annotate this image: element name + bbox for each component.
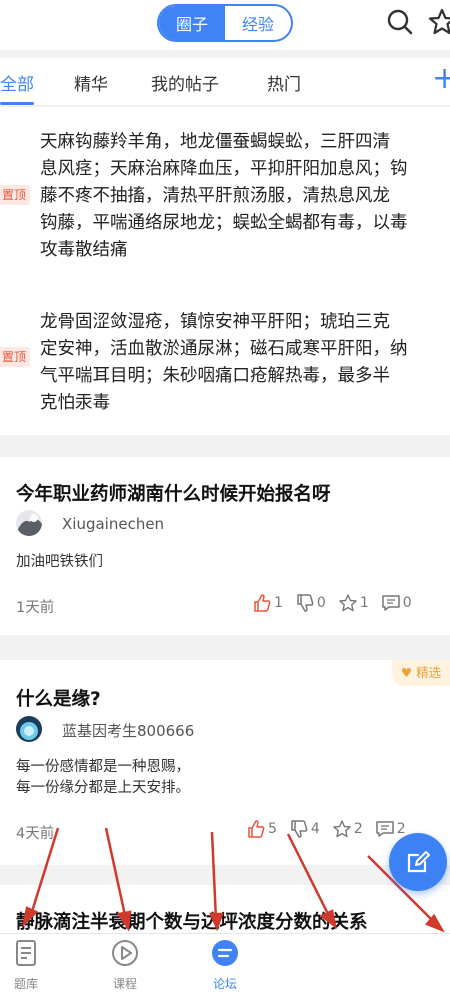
nav-forum[interactable]: 论坛 xyxy=(195,938,255,992)
avatar[interactable] xyxy=(16,716,42,742)
top-bar: 圈子 经验 xyxy=(0,0,450,50)
category-tabs: 全部 精华 我的帖子 热门 + xyxy=(0,58,450,106)
favorite-button[interactable]: 1 xyxy=(338,593,369,613)
edit-icon xyxy=(407,851,430,873)
thumbs-down-icon xyxy=(297,594,314,612)
pinned-post-2[interactable]: 龙骨固涩敛湿疮，镇惊安神平肝阳；琥珀三克 定安神，活血散淤通尿淋；磁石咸寒平肝阳… xyxy=(40,309,450,417)
play-circle-icon xyxy=(112,940,138,966)
post-actions: 1 0 1 0 xyxy=(240,593,412,613)
post-card[interactable]: 今年职业药师湖南什么时候开始报名呀 Xiugainechen 加油吧铁铁们 1天… xyxy=(0,457,450,635)
segment-experience[interactable]: 经验 xyxy=(225,6,291,40)
annotation-arrows xyxy=(22,827,445,933)
dislike-button[interactable]: 0 xyxy=(295,593,326,613)
nav-label: 课程 xyxy=(112,977,137,991)
thumbs-up-icon xyxy=(254,594,271,612)
tab-all[interactable]: 全部 xyxy=(0,70,34,95)
comment-icon xyxy=(382,595,400,611)
search-icon[interactable] xyxy=(386,8,414,36)
favorite-count: 1 xyxy=(359,595,369,611)
comment-button[interactable]: 0 xyxy=(381,593,412,613)
username[interactable]: Xiugainechen xyxy=(62,515,164,533)
pinned-badge: 置顶 xyxy=(0,347,30,367)
star-outline-icon xyxy=(339,594,357,612)
post-content: 加油吧铁铁们 xyxy=(16,554,103,570)
featured-label: 精选 xyxy=(416,665,442,680)
comment-count: 0 xyxy=(402,595,412,611)
pinned-post-1[interactable]: 天麻钩藤羚羊角，地龙僵蚕蝎蜈蚣，三肝四清 息风痉；天麻治麻降血压，平抑肝阳加息风… xyxy=(40,129,450,264)
pinned-section: 置顶 天麻钩藤羚羊角，地龙僵蚕蝎蜈蚣，三肝四清 息风痉；天麻治麻降血压，平抑肝阳… xyxy=(0,107,450,435)
document-list-icon xyxy=(16,940,36,966)
post-title[interactable]: 什么是缘? xyxy=(16,685,101,711)
post-content: 每一份感情都是一种恩赐， 每一份缘分都是上天安排。 xyxy=(16,759,190,796)
nav-label: 论坛 xyxy=(212,977,237,991)
featured-badge: ♥ 精选 xyxy=(392,660,450,686)
new-post-button[interactable] xyxy=(389,833,447,891)
diamond-icon: ♥ xyxy=(400,665,413,680)
nav-question-bank[interactable]: 题库 xyxy=(0,938,56,992)
avatar[interactable] xyxy=(16,510,42,536)
add-tab-icon[interactable]: + xyxy=(432,64,450,94)
active-tab-indicator xyxy=(0,102,34,105)
bottom-navigation: 题库 课程 论坛 xyxy=(0,933,450,1001)
post-time: 1天前 xyxy=(16,600,55,616)
post-title[interactable]: 今年职业药师湖南什么时候开始报名呀 xyxy=(16,480,331,506)
like-button[interactable]: 1 xyxy=(252,593,283,613)
tab-featured[interactable]: 精华 xyxy=(74,70,108,95)
username[interactable]: 蓝基因考生800666 xyxy=(62,720,194,741)
nav-courses[interactable]: 课程 xyxy=(95,938,155,992)
like-count: 1 xyxy=(274,595,283,611)
star-icon[interactable] xyxy=(428,8,450,36)
segment-control: 圈子 经验 xyxy=(157,4,293,42)
dislike-count: 0 xyxy=(316,595,326,611)
nav-label: 题库 xyxy=(13,977,38,991)
segment-circle[interactable]: 圈子 xyxy=(159,6,225,40)
tab-my-posts[interactable]: 我的帖子 xyxy=(151,70,219,95)
tab-hot[interactable]: 热门 xyxy=(267,70,301,95)
pinned-badge: 置顶 xyxy=(0,185,30,205)
chat-bubble-icon xyxy=(212,940,238,966)
